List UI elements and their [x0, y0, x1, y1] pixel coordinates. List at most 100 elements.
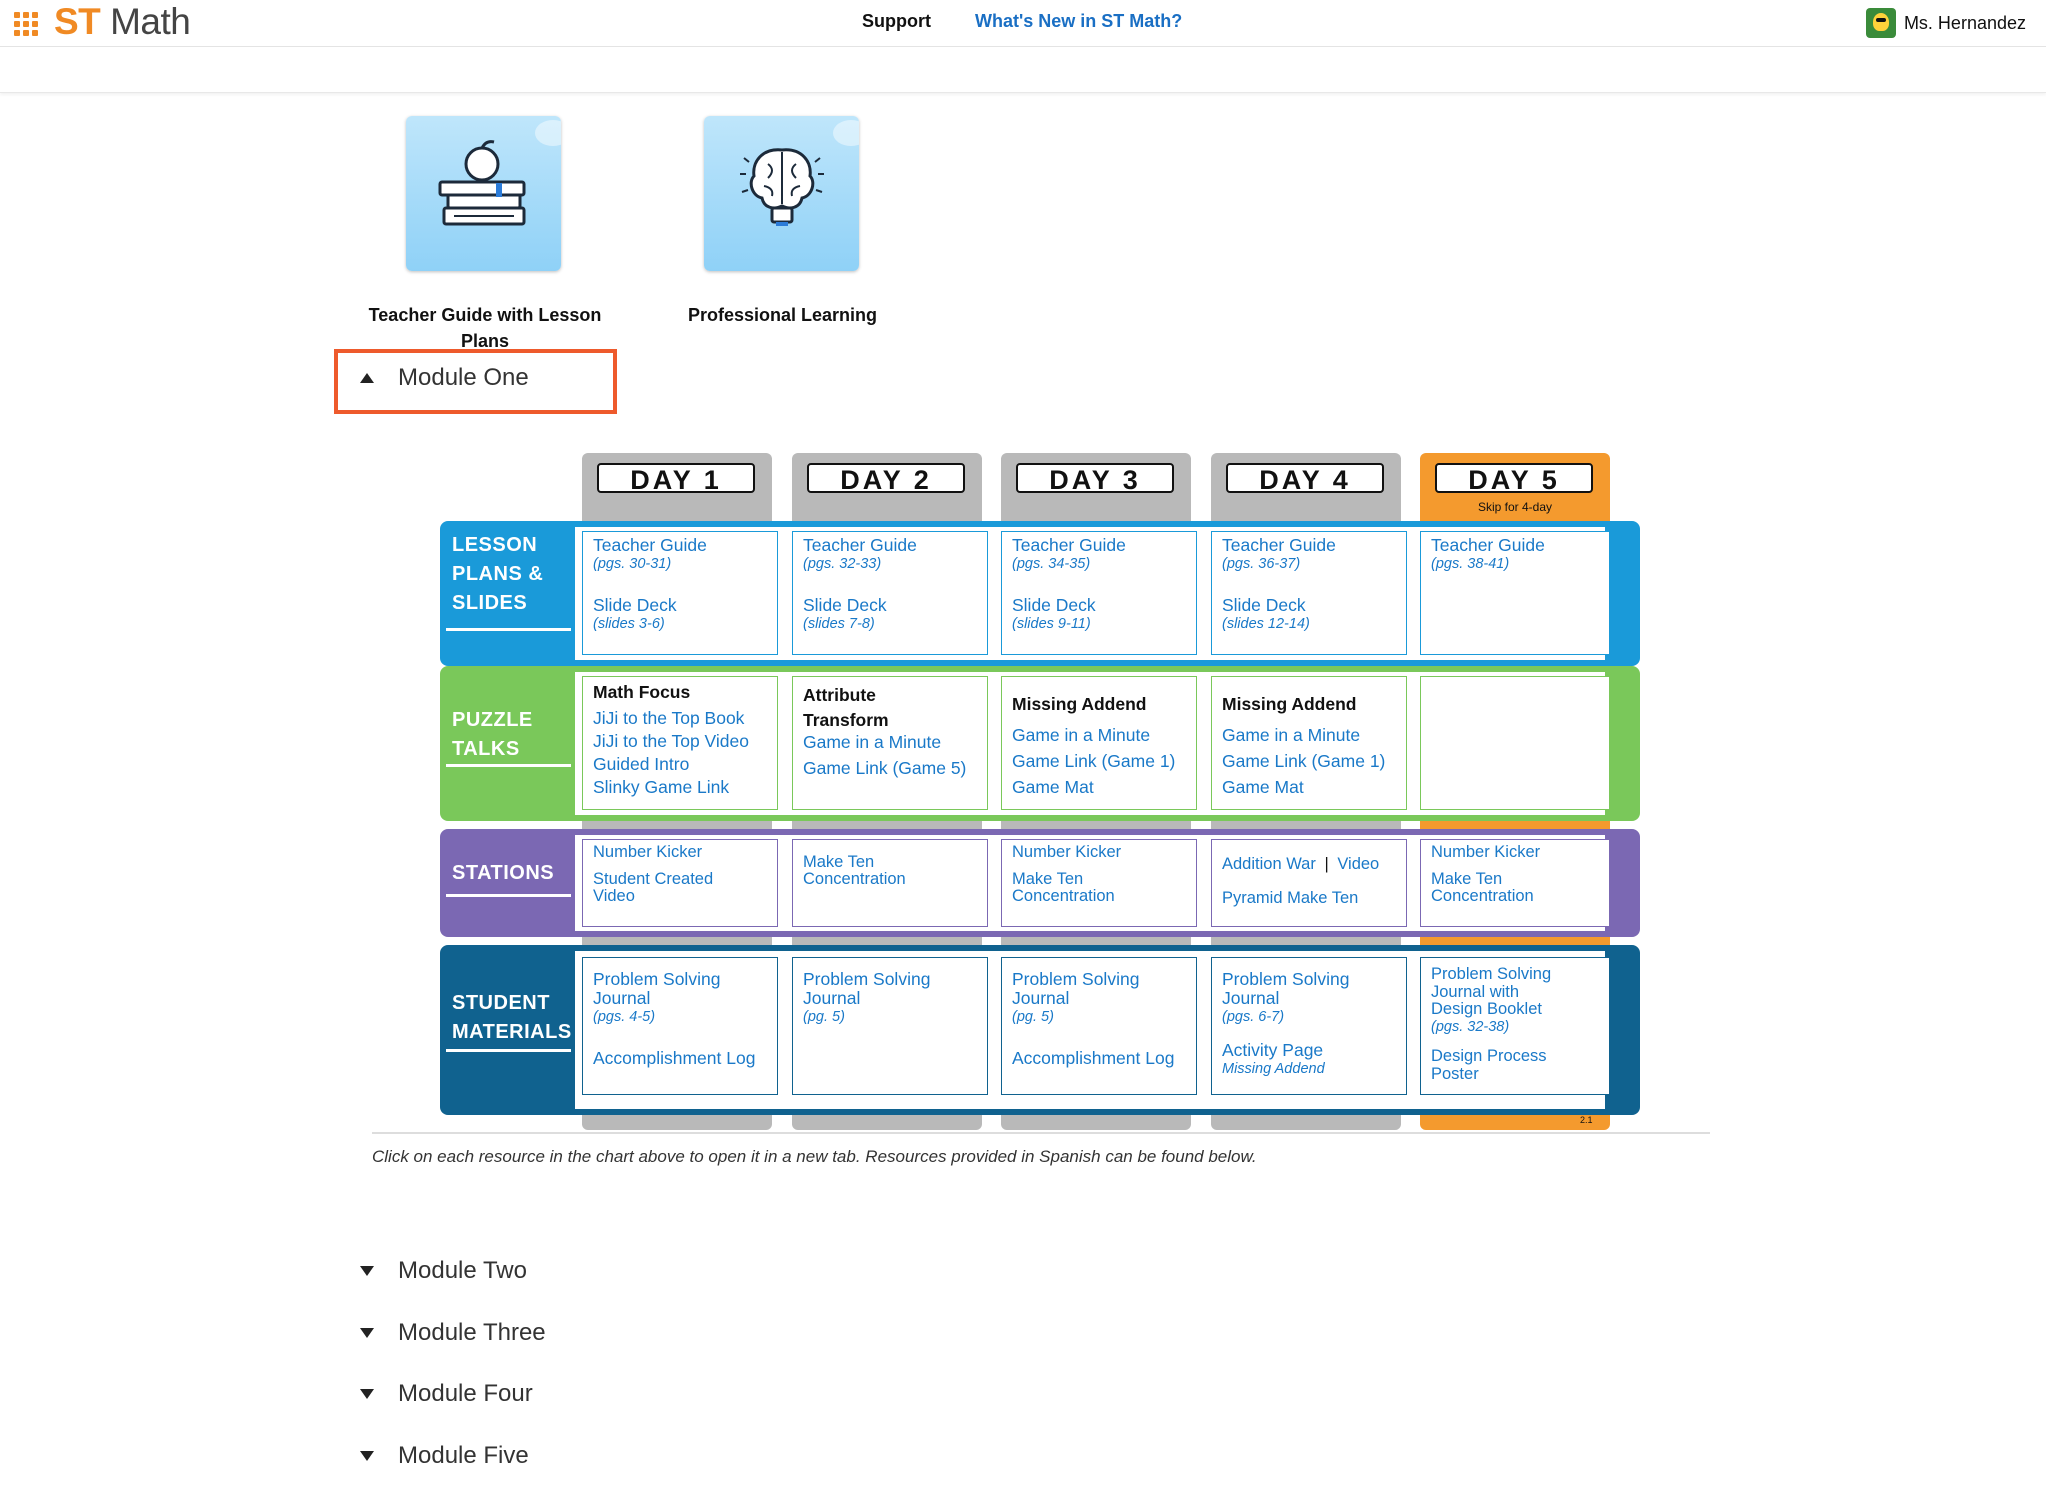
- professional-learning-label[interactable]: Professional Learning: [680, 302, 885, 328]
- day-5-number-kicker-link[interactable]: Number Kicker: [1431, 844, 1599, 861]
- day-3-game-mat-link[interactable]: Game Mat: [1012, 778, 1186, 797]
- day-2-psj-link[interactable]: Problem Solving Journal: [803, 970, 953, 1008]
- make-ten-concentration-link[interactable]: Make Ten Concentration: [803, 854, 923, 888]
- day-2-teacher-guide-link[interactable]: Teacher Guide: [803, 536, 977, 555]
- st-math-logo[interactable]: ST Math: [54, 0, 191, 44]
- day-3-number-kicker-link[interactable]: Number Kicker: [1012, 844, 1186, 861]
- support-link[interactable]: Support: [862, 11, 931, 32]
- chart-divider: [372, 1132, 1710, 1134]
- user-menu[interactable]: Ms. Hernandez: [1865, 8, 2026, 38]
- day-1-label: DAY 1: [597, 463, 755, 495]
- day-5-make-ten-link[interactable]: Make Ten Concentration: [1431, 871, 1551, 905]
- day-1-teacher-guide-link[interactable]: Teacher Guide: [593, 536, 767, 555]
- day-2-slide-deck-link[interactable]: Slide Deck: [803, 596, 977, 615]
- stations-label: STATIONS: [452, 862, 555, 884]
- day-5-psj-booklet-link[interactable]: Problem Solving Journal with Design Book…: [1431, 965, 1571, 1019]
- day-5-puzzle-cell: [1420, 676, 1610, 810]
- module-two-title: Module Two: [398, 1257, 527, 1284]
- module-three-toggle[interactable]: Module Three: [360, 1319, 546, 1347]
- books-apple-icon: [438, 140, 526, 226]
- teacher-guide-card[interactable]: [406, 116, 561, 271]
- day-3-lesson-cell: Teacher Guide (pgs. 34-35) Slide Deck (s…: [1001, 531, 1197, 655]
- expand-arrow-icon: [360, 1451, 374, 1461]
- day-3-make-ten-link[interactable]: Make Ten Concentration: [1012, 871, 1132, 905]
- number-kicker-link[interactable]: Number Kicker: [593, 844, 767, 861]
- logo-math: Math: [110, 1, 191, 42]
- day-2-tg-pages: (pgs. 32-33): [803, 556, 882, 572]
- day-4-tg-pages: (pgs. 36-37): [1222, 556, 1301, 572]
- day-5-label: DAY 5: [1435, 463, 1593, 495]
- lesson-plans-label: LESSON PLANS & SLIDES: [452, 534, 544, 614]
- pyramid-make-ten-link[interactable]: Pyramid Make Ten: [1222, 890, 1396, 907]
- module-three-title: Module Three: [398, 1319, 546, 1346]
- day-1-psj-link[interactable]: Problem Solving Journal: [593, 970, 743, 1008]
- user-avatar-icon: [1865, 8, 1896, 38]
- day-3-psj-pages: (pg. 5): [1012, 1009, 1054, 1025]
- logo-st: ST: [54, 1, 101, 42]
- day-5-tg-pages: (pgs. 38-41): [1431, 556, 1510, 572]
- day-2-stations-cell: Make Ten Concentration: [792, 839, 988, 927]
- day-3-game-in-minute-link[interactable]: Game in a Minute: [1012, 726, 1186, 745]
- day-5-lesson-cell: Teacher Guide (pgs. 38-41): [1420, 531, 1610, 655]
- day-3-slide-deck-link[interactable]: Slide Deck: [1012, 596, 1186, 615]
- jiji-book-link[interactable]: JiJi to the Top Book: [593, 709, 767, 728]
- student-created-video-link[interactable]: Student Created Video: [593, 871, 743, 905]
- expand-arrow-icon: [360, 1266, 374, 1276]
- day-4-slide-deck-link[interactable]: Slide Deck: [1222, 596, 1396, 615]
- module-one-title: Module One: [398, 364, 529, 391]
- addition-war-link[interactable]: Addition War: [1222, 855, 1316, 873]
- puzzle-talks-label: PUZZLE TALKS: [452, 709, 533, 760]
- module-four-toggle[interactable]: Module Four: [360, 1380, 533, 1408]
- guided-intro-link[interactable]: Guided Intro: [593, 755, 767, 774]
- day-4-game-link[interactable]: Game Link (Game 1): [1222, 752, 1396, 771]
- day-2-label: DAY 2: [807, 463, 965, 495]
- module-one-weekly-chart: DAY 1 DAY 2 DAY 3 DAY 4 DAY 5 Skip for 4…: [440, 453, 1640, 1130]
- day-1-slide-deck-link[interactable]: Slide Deck: [593, 596, 767, 615]
- day-3-puzzle-cell: Missing Addend Game in a Minute Game Lin…: [1001, 676, 1197, 810]
- day-1-accomplishment-log-link[interactable]: Accomplishment Log: [593, 1049, 767, 1068]
- day-4-puzzle-cell: Missing Addend Game in a Minute Game Lin…: [1211, 676, 1407, 810]
- day-3-accomplishment-log-link[interactable]: Accomplishment Log: [1012, 1049, 1186, 1068]
- day-1-lesson-cell: Teacher Guide (pgs. 30-31) Slide Deck (s…: [582, 531, 778, 655]
- day-3-psj-link[interactable]: Problem Solving Journal: [1012, 970, 1162, 1008]
- chart-version: 2.1: [1580, 1115, 1593, 1125]
- sub-bar: [0, 47, 2046, 93]
- day-5-psj-pages: (pgs. 32-38): [1431, 1018, 1510, 1035]
- slinky-game-link[interactable]: Slinky Game Link: [593, 778, 767, 797]
- day-4-teacher-guide-link[interactable]: Teacher Guide: [1222, 536, 1396, 555]
- whats-new-link[interactable]: What's New in ST Math?: [975, 11, 1182, 32]
- day-2-game-in-minute-link[interactable]: Game in a Minute: [803, 733, 977, 752]
- day-5-teacher-guide-link[interactable]: Teacher Guide: [1431, 536, 1599, 555]
- day-1-psj-pages: (pgs. 4-5): [593, 1009, 656, 1025]
- day-1-slides: (slides 3-6): [593, 616, 665, 632]
- day-4-slides: (slides 12-14): [1222, 616, 1310, 632]
- app-grid-icon[interactable]: [14, 12, 38, 36]
- day-1-stations-cell: Number Kicker Student Created Video: [582, 839, 778, 927]
- design-process-poster-link[interactable]: Design Process Poster: [1431, 1047, 1571, 1083]
- expand-arrow-icon: [360, 1389, 374, 1399]
- day-4-student-cell: Problem Solving Journal (pgs. 6-7) Activ…: [1211, 957, 1407, 1095]
- chart-footnote: Click on each resource in the chart abov…: [372, 1147, 1257, 1166]
- addition-war-video-link[interactable]: Video: [1337, 855, 1379, 873]
- day-3-teacher-guide-link[interactable]: Teacher Guide: [1012, 536, 1186, 555]
- teacher-guide-label[interactable]: Teacher Guide with Lesson Plans: [360, 302, 610, 354]
- day-2-slides: (slides 7-8): [803, 616, 875, 632]
- day-4-stations-cell: Addition War | Video Pyramid Make Ten: [1211, 839, 1407, 927]
- day-4-game-mat-link[interactable]: Game Mat: [1222, 778, 1396, 797]
- module-one-toggle[interactable]: Module One: [360, 364, 529, 392]
- module-five-toggle[interactable]: Module Five: [360, 1442, 529, 1470]
- day-4-lesson-cell: Teacher Guide (pgs. 36-37) Slide Deck (s…: [1211, 531, 1407, 655]
- day-2-lesson-cell: Teacher Guide (pgs. 32-33) Slide Deck (s…: [792, 531, 988, 655]
- professional-learning-card[interactable]: [704, 116, 859, 271]
- activity-page-link[interactable]: Activity Page: [1222, 1041, 1396, 1060]
- day-4-game-in-minute-link[interactable]: Game in a Minute: [1222, 726, 1396, 745]
- module-two-toggle[interactable]: Module Two: [360, 1257, 527, 1285]
- jiji-video-link[interactable]: JiJi to the Top Video: [593, 732, 767, 751]
- expand-arrow-icon: [360, 1328, 374, 1338]
- day-1-student-cell: Problem Solving Journal (pgs. 4-5) Accom…: [582, 957, 778, 1095]
- day-2-puzzle-cell: Attribute Transform Game in a Minute Gam…: [792, 676, 988, 810]
- day-5-skip-note: Skip for 4-day: [1477, 500, 1553, 514]
- day-3-game-link[interactable]: Game Link (Game 1): [1012, 752, 1186, 771]
- day-2-game-link[interactable]: Game Link (Game 5): [803, 759, 977, 778]
- day-4-psj-link[interactable]: Problem Solving Journal: [1222, 970, 1372, 1008]
